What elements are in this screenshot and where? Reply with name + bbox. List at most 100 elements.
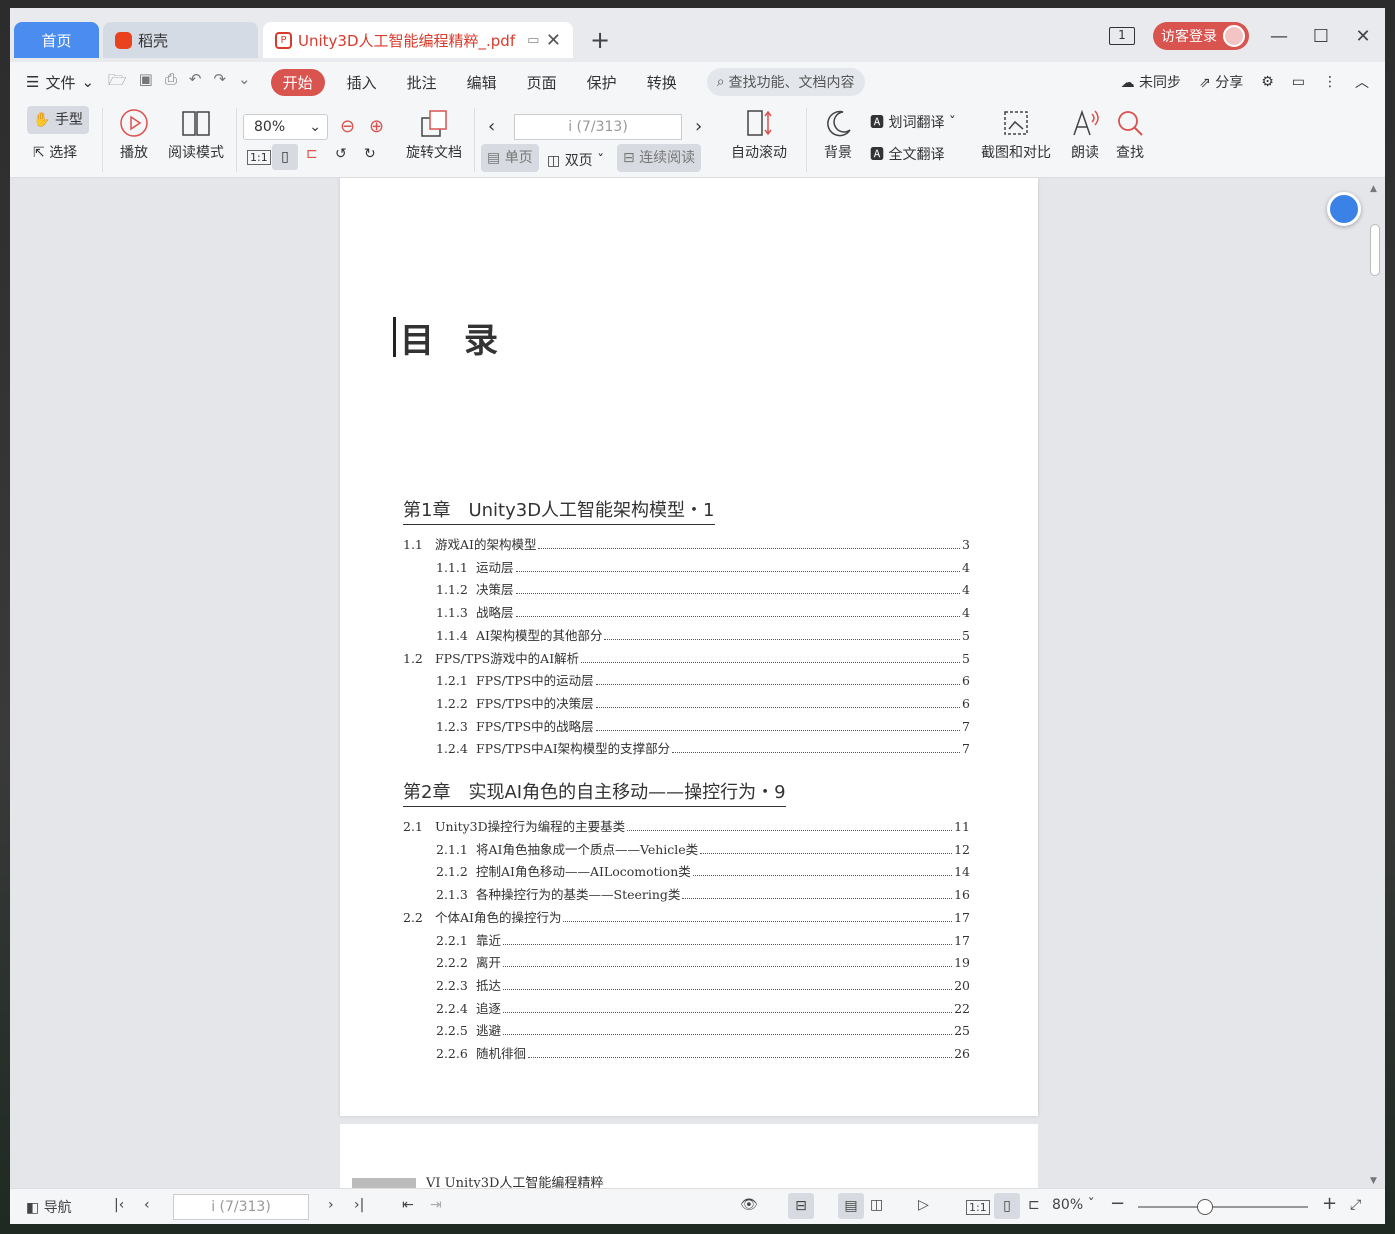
toc-entry[interactable]: 1.2.1 FPS/TPS中的运动层 6 (436, 670, 970, 689)
monitor-icon[interactable]: ▭ (527, 33, 539, 48)
status-page-input[interactable]: i (7/313) (173, 1194, 309, 1220)
menu-protect[interactable]: 保护 (587, 72, 617, 93)
more-icon[interactable]: ⋮ (1323, 74, 1337, 90)
read-aloud-button[interactable]: 朗读 (1068, 108, 1102, 162)
maximize-icon[interactable]: ☐ (1309, 26, 1333, 47)
print-icon[interactable]: ⎙ (165, 70, 177, 95)
eye-icon[interactable]: 👁 (740, 1197, 758, 1213)
nav-button[interactable]: ◧ 导航 (26, 1197, 72, 1217)
login-button[interactable]: 访客登录 (1153, 22, 1249, 50)
zoom-out-icon[interactable]: − (1110, 1193, 1125, 1214)
zoom-slider-knob[interactable] (1197, 1199, 1213, 1215)
select-tool-button[interactable]: ⇱ 选择 (33, 142, 77, 162)
zoom-dropdown[interactable]: 80% ˇ (1052, 1197, 1095, 1213)
toc-entry[interactable]: 2.1.2 控制AI角色移动——AILocomotion类 14 (436, 861, 970, 880)
last-page-icon[interactable]: ›| (354, 1197, 364, 1213)
full-translate-button[interactable]: 🅰 全文翻译 (870, 144, 944, 164)
close-tab-icon[interactable]: ✕ (546, 30, 561, 51)
chapter-title[interactable]: 第1章 Unity3D人工智能架构模型・1 (403, 496, 715, 525)
zoom-slider[interactable] (1138, 1206, 1308, 1208)
fullscreen-icon[interactable]: ⤢ (1350, 1197, 1361, 1213)
play-icon[interactable]: ▷ (918, 1197, 929, 1213)
vertical-scrollbar[interactable]: ▲ ▼ (1368, 184, 1382, 1188)
next-page-icon[interactable]: › (328, 1197, 334, 1213)
next-page-icon[interactable]: › (695, 116, 702, 137)
toc-entry[interactable]: 2.1.3 各种操控行为的基类——Steering类 16 (436, 884, 970, 903)
undo-icon[interactable]: ↶ (189, 70, 202, 95)
toc-entry[interactable]: 2.2.3 抵达 20 (436, 975, 970, 994)
close-window-icon[interactable]: ✕ (1351, 26, 1375, 47)
zoom-select[interactable]: 80% ⌄ (243, 114, 328, 140)
double-page-icon[interactable]: ◫ (870, 1197, 883, 1213)
toc-entry[interactable]: 1.1.2 决策层 4 (436, 579, 970, 598)
save-icon[interactable]: ▣ (139, 70, 153, 95)
minimize-icon[interactable]: — (1267, 26, 1291, 47)
tab-document[interactable]: P Unity3D人工智能编程精粹_.pdf ▭ ✕ (263, 22, 573, 58)
rotate-right-icon[interactable]: ↻ (364, 146, 376, 162)
menu-page[interactable]: 页面 (527, 72, 557, 93)
back-icon[interactable]: ⇤ (402, 1197, 414, 1213)
rotate-left-icon[interactable]: ↺ (335, 146, 347, 162)
rotate-document-button[interactable]: 旋转文档 (402, 108, 466, 162)
background-button[interactable]: 背景 (816, 108, 860, 162)
toc-entry[interactable]: 2.1.1 将AI角色抽象成一个质点——Vehicle类 12 (436, 839, 970, 858)
toc-entry[interactable]: 1.1.3 战略层 4 (436, 602, 970, 621)
share-button[interactable]: ⇗ 分享 (1199, 72, 1243, 92)
prev-page-icon[interactable]: ‹ (488, 116, 495, 137)
menu-start[interactable]: 开始 (270, 68, 325, 96)
scrollbar-thumb[interactable] (1370, 224, 1380, 276)
fit-width-icon[interactable]: ⊏ (1028, 1197, 1040, 1213)
tab-home[interactable]: 首页 (14, 22, 99, 58)
more-dropdown-icon[interactable]: ⌄ (238, 70, 251, 95)
continuous-mode-icon[interactable]: ⊟ (788, 1193, 814, 1219)
actual-size-icon[interactable]: 1:1 (966, 1200, 990, 1215)
zoom-out-icon[interactable]: ⊖ (340, 116, 355, 137)
toc-entry[interactable]: 2.2.6 随机徘徊 26 (436, 1043, 970, 1062)
double-page-button[interactable]: ◫ 双页 ˇ (547, 150, 604, 170)
search-input[interactable]: ⌕ 查找功能、文档内容 (706, 68, 865, 96)
toc-entry[interactable]: 2.2.4 追逐 22 (436, 998, 970, 1017)
toc-entry[interactable]: 2.2.5 逃避 25 (436, 1020, 970, 1039)
toc-entry[interactable]: 2.1 Unity3D操控行为编程的主要基类 11 (403, 816, 970, 835)
collapse-icon[interactable]: ︿ (1355, 72, 1369, 92)
document-viewport[interactable]: 目录 第1章 Unity3D人工智能架构模型・1 1.1 游戏AI的架构模型 3 1.1… (10, 178, 1385, 1188)
window-count-icon[interactable]: 1 (1109, 27, 1135, 45)
tab-daoke[interactable]: 稻壳 (103, 22, 258, 58)
single-page-icon[interactable]: ▤ (838, 1193, 864, 1219)
first-page-icon[interactable]: |‹ (114, 1197, 124, 1213)
scroll-up-icon[interactable]: ▲ (1370, 184, 1377, 194)
screenshot-compare-button[interactable]: 截图和对比 (978, 108, 1054, 162)
file-menu[interactable]: ☰ 文件 ⌄ (26, 72, 94, 93)
word-translate-button[interactable]: 🅰 划词翻译 ˇ (870, 112, 956, 132)
scroll-down-icon[interactable]: ▼ (1370, 1176, 1377, 1186)
floating-convert-button[interactable] (1327, 192, 1361, 226)
continuous-read-button[interactable]: ⊟ 连续阅读 (617, 144, 702, 172)
zoom-in-icon[interactable]: ⊕ (369, 116, 384, 137)
toc-entry[interactable]: 1.1 游戏AI的架构模型 3 (403, 534, 970, 553)
menu-annotate[interactable]: 批注 (407, 72, 437, 93)
toc-entry[interactable]: 2.2.1 靠近 17 (436, 930, 970, 949)
open-folder-icon[interactable]: 🗁 (108, 70, 127, 95)
toc-entry[interactable]: 1.2.2 FPS/TPS中的决策层 6 (436, 693, 970, 712)
read-mode-button[interactable]: 阅读模式 (164, 108, 228, 162)
fit-page-icon[interactable]: ▯ (272, 144, 298, 170)
chapter-title[interactable]: 第2章 实现AI角色的自主移动——操控行为・9 (403, 778, 786, 807)
fit-width-icon[interactable]: ⊏ (306, 146, 318, 162)
redo-icon[interactable]: ↷ (213, 70, 226, 95)
comment-icon[interactable]: ▭ (1292, 74, 1305, 90)
play-button[interactable]: 播放 (116, 108, 152, 162)
menu-insert[interactable]: 插入 (347, 72, 377, 93)
settings-icon[interactable]: ⚙ (1261, 74, 1274, 90)
toc-entry[interactable]: 2.2 个体AI角色的操控行为 17 (403, 907, 970, 926)
actual-size-icon[interactable]: 1:1 (247, 150, 271, 165)
fit-page-icon[interactable]: ▯ (994, 1193, 1020, 1219)
toc-entry[interactable]: 1.2 FPS/TPS游戏中的AI解析 5 (403, 648, 970, 667)
zoom-in-icon[interactable]: + (1322, 1193, 1337, 1214)
menu-edit[interactable]: 编辑 (467, 72, 497, 93)
auto-scroll-button[interactable]: 自动滚动 (724, 108, 794, 162)
sync-button[interactable]: ☁ 未同步 (1121, 72, 1181, 92)
page-number-input[interactable]: i (7/313) (514, 114, 682, 140)
toc-entry[interactable]: 1.2.4 FPS/TPS中AI架构模型的支撑部分 7 (436, 738, 970, 757)
single-page-button[interactable]: ▤ 单页 (481, 144, 539, 172)
toc-entry[interactable]: 1.2.3 FPS/TPS中的战略层 7 (436, 716, 970, 735)
